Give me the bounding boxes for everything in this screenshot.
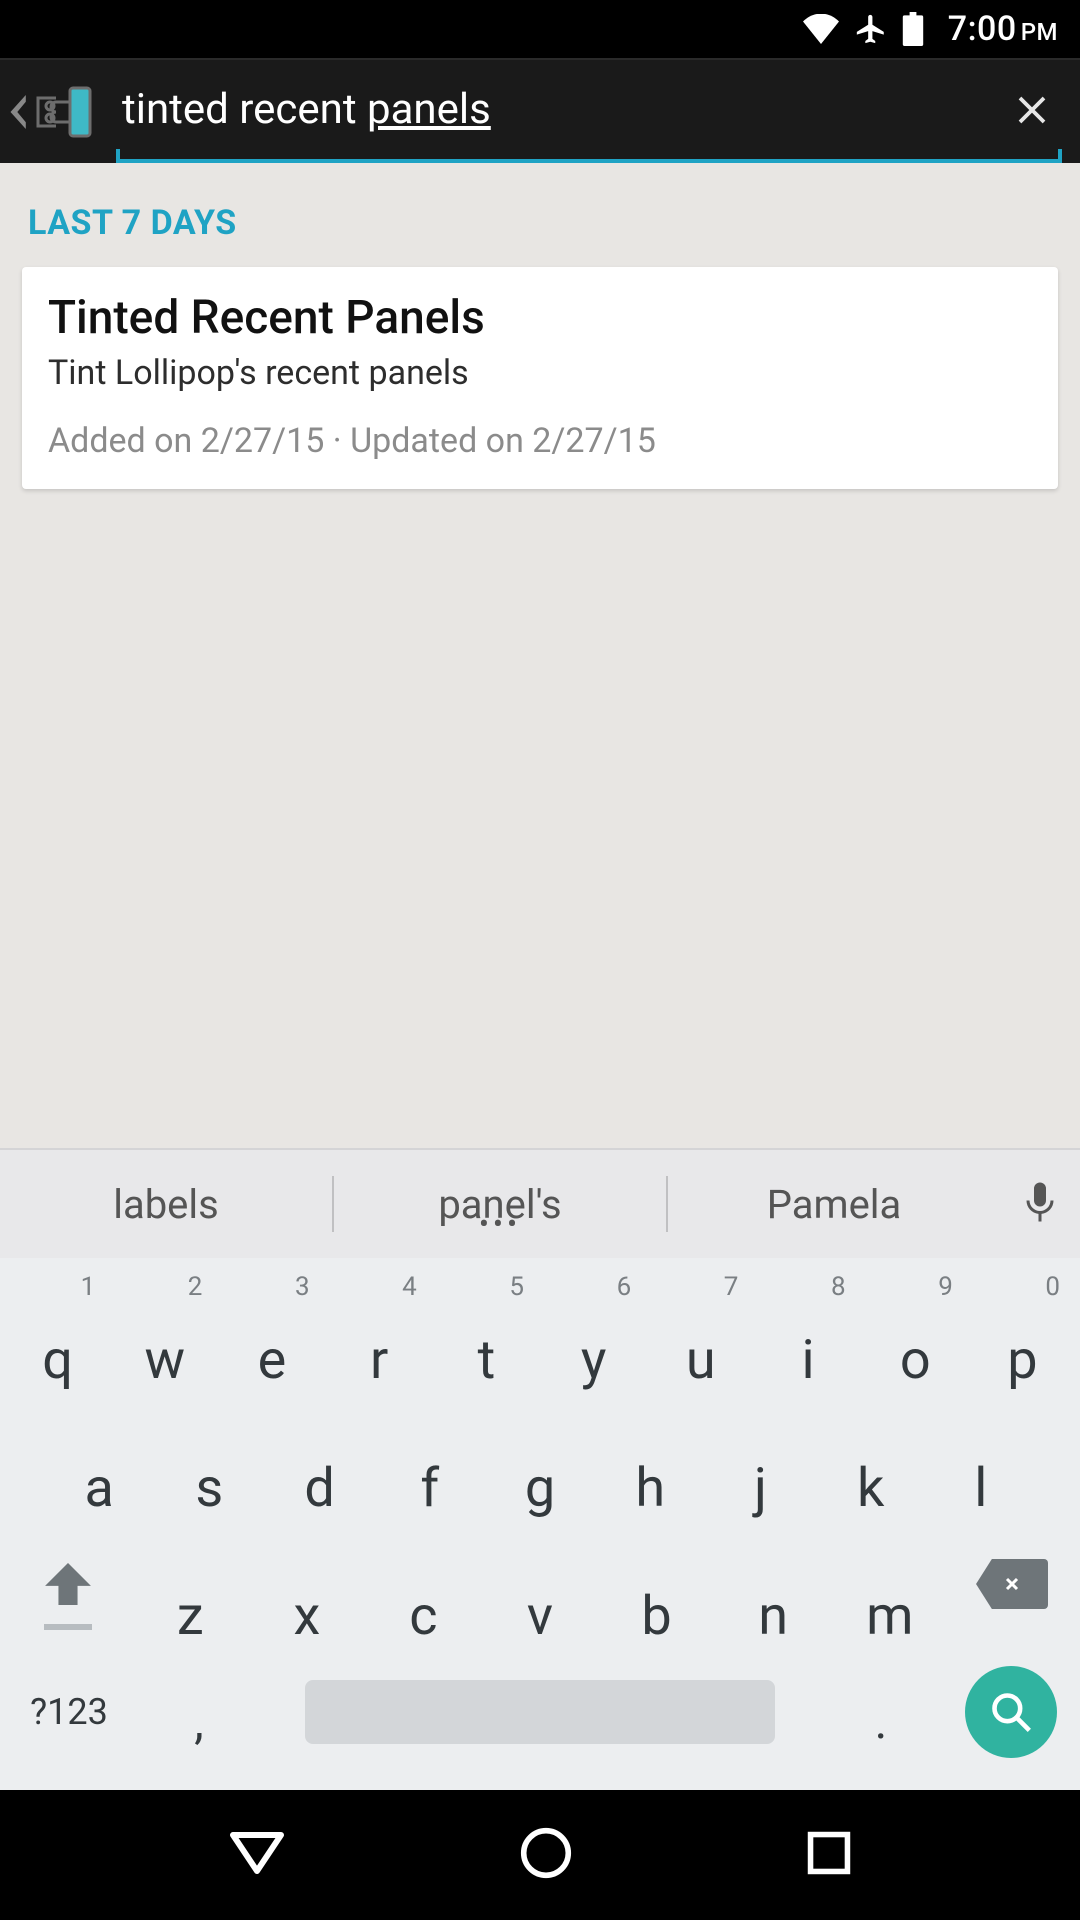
soft-keyboard: 1q 2w 3e 4r 5t 6y 7u 8i 9o 0p a s d f g … (0, 1258, 1080, 1790)
key-d[interactable]: d (264, 1392, 374, 1520)
suggestion-2[interactable]: panel's ••• (334, 1181, 666, 1228)
suggestion-1[interactable]: labels (0, 1181, 332, 1228)
back-button[interactable] (10, 60, 104, 163)
section-header: LAST 7 DAYS (28, 203, 1058, 243)
key-s[interactable]: s (154, 1392, 264, 1520)
key-z[interactable]: z (132, 1520, 249, 1648)
key-t[interactable]: 5t (433, 1264, 540, 1392)
spacebar-icon (305, 1680, 775, 1744)
battery-icon (902, 12, 924, 46)
key-k[interactable]: k (816, 1392, 926, 1520)
status-time: 7:00PM (948, 9, 1058, 49)
result-title: Tinted Recent Panels (48, 291, 1032, 345)
result-meta: Added on 2/27/15 · Updated on 2/27/15 (48, 421, 1032, 461)
key-y[interactable]: 6y (540, 1264, 647, 1392)
airplane-icon (854, 12, 888, 46)
key-p[interactable]: 0p (969, 1264, 1076, 1392)
home-nav-button[interactable] (520, 1827, 572, 1883)
key-v[interactable]: v (482, 1520, 599, 1648)
key-q[interactable]: 1q (4, 1264, 111, 1392)
space-key[interactable] (264, 1648, 816, 1776)
key-u[interactable]: 7u (647, 1264, 754, 1392)
key-w[interactable]: 2w (111, 1264, 218, 1392)
key-l[interactable]: l (926, 1392, 1036, 1520)
key-b[interactable]: b (598, 1520, 715, 1648)
backspace-icon (976, 1559, 1048, 1609)
shift-key[interactable] (4, 1520, 132, 1648)
key-h[interactable]: h (595, 1392, 705, 1520)
suggestion-3[interactable]: Pamela (668, 1181, 1000, 1228)
result-subtitle: Tint Lollipop's recent panels (48, 353, 1032, 393)
key-m[interactable]: m (831, 1520, 948, 1648)
navigation-bar (0, 1790, 1080, 1920)
content-area: LAST 7 DAYS Tinted Recent Panels Tint Lo… (0, 163, 1080, 1148)
status-bar: 7:00PM (0, 0, 1080, 58)
key-o[interactable]: 9o (862, 1264, 969, 1392)
symbols-key[interactable]: ?123 (4, 1648, 134, 1776)
key-n[interactable]: n (715, 1520, 832, 1648)
more-suggestions-icon: ••• (479, 1220, 521, 1230)
search-key[interactable] (946, 1648, 1076, 1776)
back-nav-button[interactable] (227, 1829, 287, 1881)
backspace-key[interactable] (948, 1520, 1076, 1648)
suggestion-bar: labels panel's ••• Pamela (0, 1148, 1080, 1258)
key-g[interactable]: g (485, 1392, 595, 1520)
search-fab-icon (965, 1666, 1057, 1758)
key-a[interactable]: a (44, 1392, 154, 1520)
voice-input-button[interactable] (1000, 1179, 1080, 1229)
period-key[interactable]: . (816, 1648, 946, 1776)
app-logo-icon (28, 84, 94, 140)
clear-search-button[interactable] (1002, 92, 1062, 128)
key-e[interactable]: 3e (218, 1264, 325, 1392)
wifi-icon (802, 14, 840, 44)
search-input[interactable]: tinted recent panels (116, 85, 1002, 134)
result-card[interactable]: Tinted Recent Panels Tint Lollipop's rec… (22, 267, 1058, 489)
comma-key[interactable]: , (134, 1648, 264, 1776)
key-x[interactable]: x (249, 1520, 366, 1648)
search-field-wrap: tinted recent panels (116, 60, 1062, 163)
key-j[interactable]: j (705, 1392, 815, 1520)
key-c[interactable]: c (365, 1520, 482, 1648)
key-i[interactable]: 8i (754, 1264, 861, 1392)
action-bar: tinted recent panels (0, 58, 1080, 163)
key-f[interactable]: f (375, 1392, 485, 1520)
key-r[interactable]: 4r (326, 1264, 433, 1392)
recents-nav-button[interactable] (805, 1829, 853, 1881)
shift-underline-icon (44, 1624, 92, 1630)
